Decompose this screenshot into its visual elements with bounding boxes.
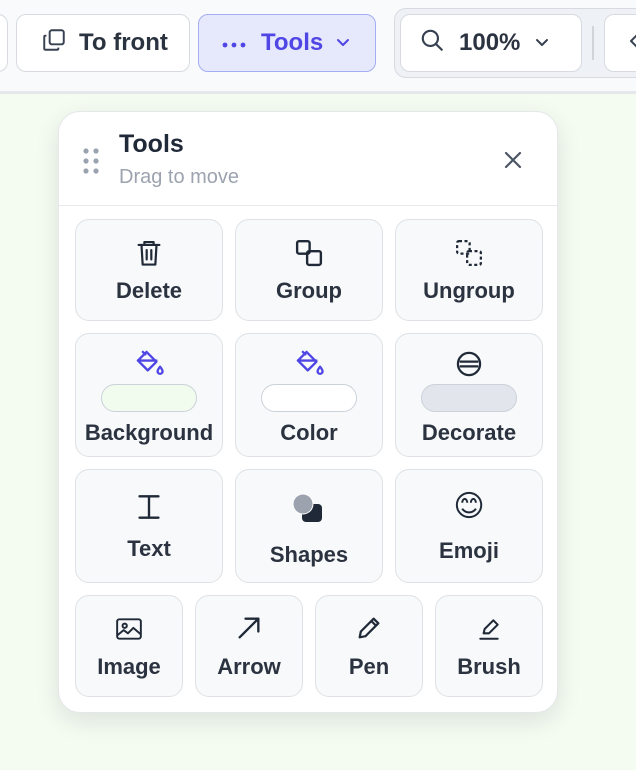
group-label: Group <box>276 278 342 303</box>
emoji-label: Emoji <box>439 538 499 563</box>
group-icon <box>294 238 324 273</box>
decorate-swatch <box>421 384 517 412</box>
color-swatch <box>261 384 357 412</box>
bring-to-front-icon <box>41 27 67 60</box>
delete-label: Delete <box>115 278 183 303</box>
color-label: Color <box>280 420 338 445</box>
image-label: Image <box>97 654 161 679</box>
chevron-down-icon <box>534 29 550 57</box>
group-tool-button[interactable]: Group <box>235 219 383 321</box>
zoom-dropdown[interactable]: 100% <box>400 14 582 72</box>
trash-icon <box>135 238 163 273</box>
ungroup-icon <box>454 238 484 273</box>
arrow-label: Arrow <box>217 654 281 679</box>
ungroup-tool-button[interactable]: Ungroup <box>395 219 543 321</box>
toolbar: To front Tools 100% <box>0 0 636 94</box>
search-icon <box>419 27 445 60</box>
tools-label: Tools <box>261 29 324 56</box>
text-tool-button[interactable]: Text <box>75 469 223 583</box>
text-cursor-icon <box>137 494 161 525</box>
tools-button[interactable]: Tools <box>198 14 376 72</box>
pen-tool-button[interactable]: Pen <box>315 595 423 697</box>
panel-header[interactable]: Tools Drag to move <box>59 112 557 206</box>
image-tool-button[interactable]: Image <box>75 595 183 697</box>
decorate-tool-button[interactable]: Decorate <box>395 333 543 457</box>
shapes-icon <box>292 492 326 531</box>
zoom-value: 100% <box>459 29 521 56</box>
brush-label: Brush <box>457 654 521 679</box>
close-button[interactable] <box>497 146 529 178</box>
more-dots-icon <box>221 29 247 57</box>
panel-subtitle: Drag to move <box>119 166 240 188</box>
text-label: Text <box>127 536 171 561</box>
smiley-emoji-icon: 😊 <box>453 490 485 523</box>
strikethrough-circle-icon <box>455 350 483 383</box>
background-label: Background <box>84 420 214 445</box>
paint-bucket-icon <box>293 348 325 383</box>
panel-title: Tools <box>119 130 184 158</box>
brush-tool-button[interactable]: Brush <box>435 595 543 697</box>
paint-bucket-icon <box>133 348 165 383</box>
to-front-button[interactable]: To front <box>16 14 190 72</box>
tools-panel: Tools Drag to move Delete Group Ungroup … <box>58 111 558 713</box>
arrow-tool-button[interactable]: Arrow <box>195 595 303 697</box>
emoji-tool-button[interactable]: 😊 Emoji <box>395 469 543 583</box>
color-tool-button[interactable]: Color <box>235 333 383 457</box>
toolbar-button-next[interactable] <box>604 14 636 72</box>
shapes-label: Shapes <box>269 542 349 567</box>
background-swatch <box>101 384 197 412</box>
chevron-down-icon <box>335 29 351 57</box>
pencil-icon <box>355 614 383 647</box>
ungroup-label: Ungroup <box>423 278 515 303</box>
pen-label: Pen <box>348 654 390 679</box>
arrow-up-right-icon <box>235 614 263 647</box>
to-front-label: To front <box>79 29 168 56</box>
toolbar-button-partial[interactable] <box>0 14 8 72</box>
drag-handle-icon[interactable] <box>82 147 100 175</box>
toolbar-divider <box>592 26 594 60</box>
background-tool-button[interactable]: Background <box>75 333 223 457</box>
image-icon <box>115 616 143 647</box>
delete-tool-button[interactable]: Delete <box>75 219 223 321</box>
close-icon <box>501 148 525 177</box>
decorate-label: Decorate <box>421 420 517 445</box>
brush-icon <box>476 616 502 647</box>
shapes-tool-button[interactable]: Shapes <box>235 469 383 583</box>
chevron-left-icon <box>627 29 636 57</box>
